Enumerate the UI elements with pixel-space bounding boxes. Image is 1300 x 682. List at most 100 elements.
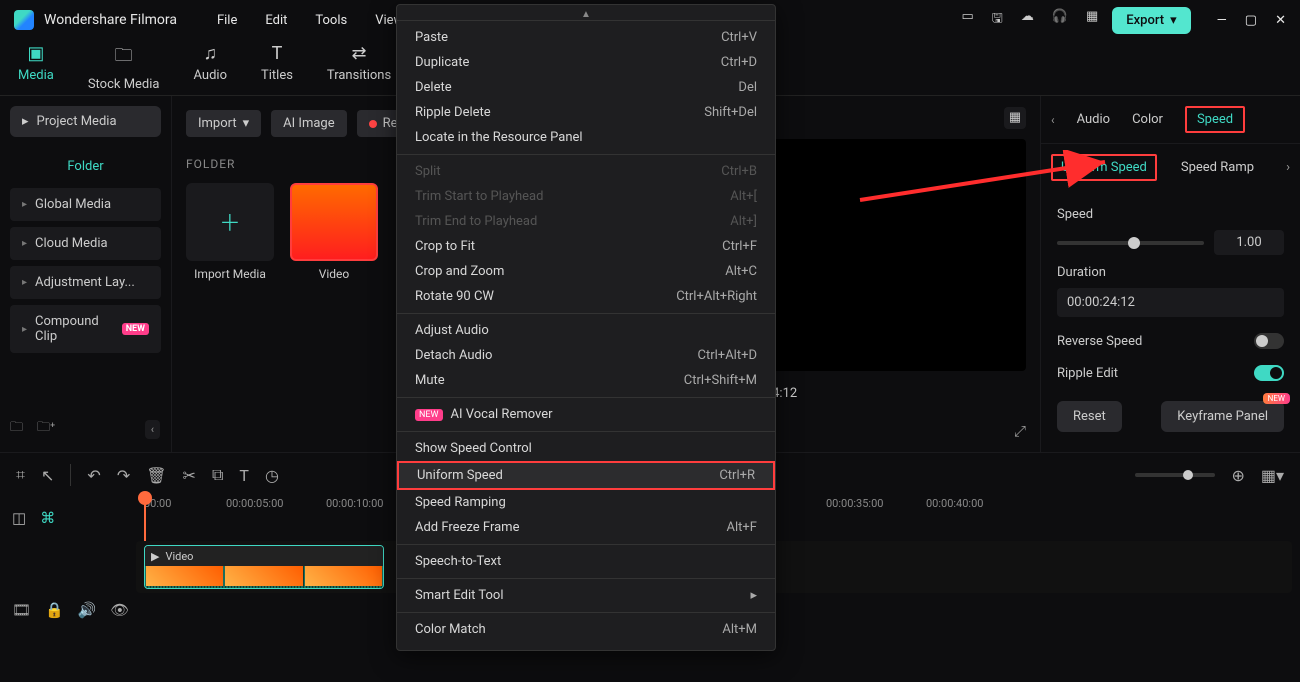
bin-icon[interactable]: 🗀⁺ — [37, 418, 55, 440]
timeline-clip[interactable]: ▶Video — [144, 545, 384, 589]
ctx-mute[interactable]: MuteCtrl+Shift+M — [397, 368, 775, 393]
reset-button[interactable]: Reset — [1057, 401, 1122, 432]
cloud-icon[interactable]: ☁ — [1021, 9, 1034, 31]
text-tool-icon[interactable]: T — [239, 466, 249, 485]
speed-value[interactable]: 1.00 — [1214, 230, 1284, 255]
tab-speed-inspector[interactable]: Speed — [1185, 106, 1245, 133]
ctx-ai-vocal-remover[interactable]: NEWAI Vocal Remover — [397, 402, 775, 427]
tab-audio[interactable]: ♫Audio — [194, 43, 227, 92]
split-icon[interactable]: ✂ — [183, 466, 196, 485]
keyframe-panel-button[interactable]: Keyframe Panel NEW — [1161, 401, 1284, 432]
ctx-show-speed-control[interactable]: Show Speed Control — [397, 436, 775, 461]
ruler-mark: 00:00:35:00 — [826, 497, 883, 510]
speed-slider[interactable] — [1057, 241, 1204, 245]
crop-icon[interactable]: ⧉ — [212, 465, 223, 485]
duration-value[interactable]: 00:00:24:12 — [1057, 288, 1284, 317]
save-icon[interactable]: 🖫 — [992, 9, 1003, 31]
ctx-duplicate[interactable]: DuplicateCtrl+D — [397, 50, 775, 75]
export-button[interactable]: Export ▾ — [1112, 7, 1190, 34]
undo-icon[interactable]: ↶ — [87, 466, 100, 485]
minimize-icon[interactable]: — — [1217, 13, 1227, 28]
pointer-tool-icon[interactable]: ↖ — [41, 466, 54, 485]
subtab-speed-ramping[interactable]: Speed Ramp — [1181, 160, 1254, 175]
ctx-speed-ramping[interactable]: Speed Ramping — [397, 490, 775, 515]
ctx-detach-audio[interactable]: Detach AudioCtrl+Alt+D — [397, 343, 775, 368]
app-logo — [14, 10, 34, 30]
collapse-sidebar-icon[interactable]: ‹ — [145, 420, 160, 439]
clip-label: Video — [165, 550, 193, 563]
zoom-slider[interactable] — [1135, 473, 1215, 477]
new-folder-icon[interactable]: 🗀 — [10, 418, 23, 440]
sidebar-adjustment-layer[interactable]: ▸Adjustment Lay... — [10, 266, 161, 299]
tab-color-inspector[interactable]: Color — [1132, 112, 1163, 127]
sidebar-item-label: Compound Clip — [35, 314, 114, 344]
delete-icon[interactable]: 🗑 — [146, 466, 166, 485]
apps-icon[interactable]: ▦ — [1086, 9, 1098, 31]
ctx-delete[interactable]: DeleteDel — [397, 75, 775, 100]
tab-titles[interactable]: TTitles — [261, 43, 293, 92]
tab-transitions[interactable]: ⇄Transitions — [327, 43, 391, 92]
track-video-icon[interactable]: 🎞 — [12, 601, 31, 619]
thumb-view-icon[interactable]: ▦▾ — [1261, 466, 1284, 485]
menu-file[interactable]: File — [217, 13, 237, 28]
tab-audio-inspector[interactable]: Audio — [1077, 112, 1110, 127]
chevron-down-icon: ▾ — [243, 116, 250, 131]
ctx-trim-start-to-playhead: Trim Start to PlayheadAlt+[ — [397, 184, 775, 209]
ctx-speech-to-text[interactable]: Speech-to-Text — [397, 549, 775, 574]
folder-label[interactable]: Folder — [10, 151, 161, 188]
tab-media[interactable]: ▣Media — [18, 43, 54, 92]
ruler-mark: 00:00:40:00 — [926, 497, 983, 510]
folder-icon: 🗀 — [115, 43, 133, 73]
project-media-chip[interactable]: ▸Project Media — [10, 106, 161, 137]
ai-image-button[interactable]: AI Image — [271, 110, 346, 137]
chevron-right-icon[interactable]: › — [1286, 160, 1290, 175]
select-tool-icon[interactable]: ⌗ — [16, 465, 25, 485]
keyframe-panel-label: Keyframe Panel — [1177, 409, 1268, 424]
subtab-uniform-speed[interactable]: Uniform Speed — [1051, 154, 1157, 181]
video-thumb[interactable]: Video — [290, 183, 378, 281]
ctx-locate-in-the-resource-panel[interactable]: Locate in the Resource Panel — [397, 125, 775, 150]
menu-edit[interactable]: Edit — [265, 13, 287, 28]
import-button[interactable]: Import▾ — [186, 110, 261, 137]
lock-icon[interactable]: 🔒 — [45, 601, 64, 619]
ctx-paste[interactable]: PasteCtrl+V — [397, 25, 775, 50]
ctx-crop-to-fit[interactable]: Crop to FitCtrl+F — [397, 234, 775, 259]
ctx-rotate-90-cw[interactable]: Rotate 90 CWCtrl+Alt+Right — [397, 284, 775, 309]
sidebar-cloud-media[interactable]: ▸Cloud Media — [10, 227, 161, 260]
redo-icon[interactable]: ↷ — [117, 466, 130, 485]
ctx-ripple-delete[interactable]: Ripple DeleteShift+Del — [397, 100, 775, 125]
sidebar-global-media[interactable]: ▸Global Media — [10, 188, 161, 221]
snapshot-thumb-icon[interactable]: ▦ — [1004, 107, 1026, 129]
sidebar-compound-clip[interactable]: ▸Compound ClipNEW — [10, 305, 161, 353]
reverse-speed-toggle[interactable] — [1254, 333, 1284, 349]
close-icon[interactable]: ✕ — [1275, 13, 1286, 28]
mute-track-icon[interactable]: 🔊 — [78, 601, 97, 619]
link-icon[interactable]: ⌘ — [40, 509, 55, 527]
fullscreen-icon[interactable]: ⤢ — [1014, 422, 1026, 440]
chevron-left-icon[interactable]: ‹ — [1051, 113, 1055, 127]
slider-thumb[interactable] — [1128, 237, 1140, 249]
ripple-edit-toggle[interactable] — [1254, 365, 1284, 381]
tab-stock-label: Stock Media — [88, 77, 160, 92]
maximize-icon[interactable]: ▢ — [1245, 13, 1257, 28]
ctx-add-freeze-frame[interactable]: Add Freeze FrameAlt+F — [397, 515, 775, 540]
zoom-thumb[interactable] — [1183, 470, 1193, 480]
ruler-mark: 00:00:10:00 — [326, 497, 383, 510]
sidebar: ▸Project Media Folder ▸Global Media ▸Clo… — [0, 96, 172, 452]
ctx-color-match[interactable]: Color MatchAlt+M — [397, 617, 775, 642]
headphone-icon[interactable]: 🎧 — [1052, 9, 1068, 31]
ctx-uniform-speed[interactable]: Uniform SpeedCtrl+R — [397, 461, 775, 490]
import-media-thumb[interactable]: + Import Media — [186, 183, 274, 281]
sidebar-item-label: Adjustment Lay... — [35, 275, 135, 290]
screen-icon[interactable]: ▭ — [961, 9, 973, 31]
ctx-smart-edit-tool[interactable]: Smart Edit Tool▸ — [397, 583, 775, 608]
tab-stock-media[interactable]: 🗀 Stock Media — [88, 43, 160, 92]
zoom-in-icon[interactable]: ⊕ — [1231, 466, 1244, 485]
marker-icon[interactable]: ◫ — [12, 509, 26, 527]
transitions-icon: ⇄ — [352, 43, 367, 64]
speed-tool-icon[interactable]: ◷ — [265, 466, 279, 485]
ctx-crop-and-zoom[interactable]: Crop and ZoomAlt+C — [397, 259, 775, 284]
menu-tools[interactable]: Tools — [315, 13, 347, 28]
ctx-adjust-audio[interactable]: Adjust Audio — [397, 318, 775, 343]
eye-icon[interactable]: 👁 — [110, 601, 129, 619]
